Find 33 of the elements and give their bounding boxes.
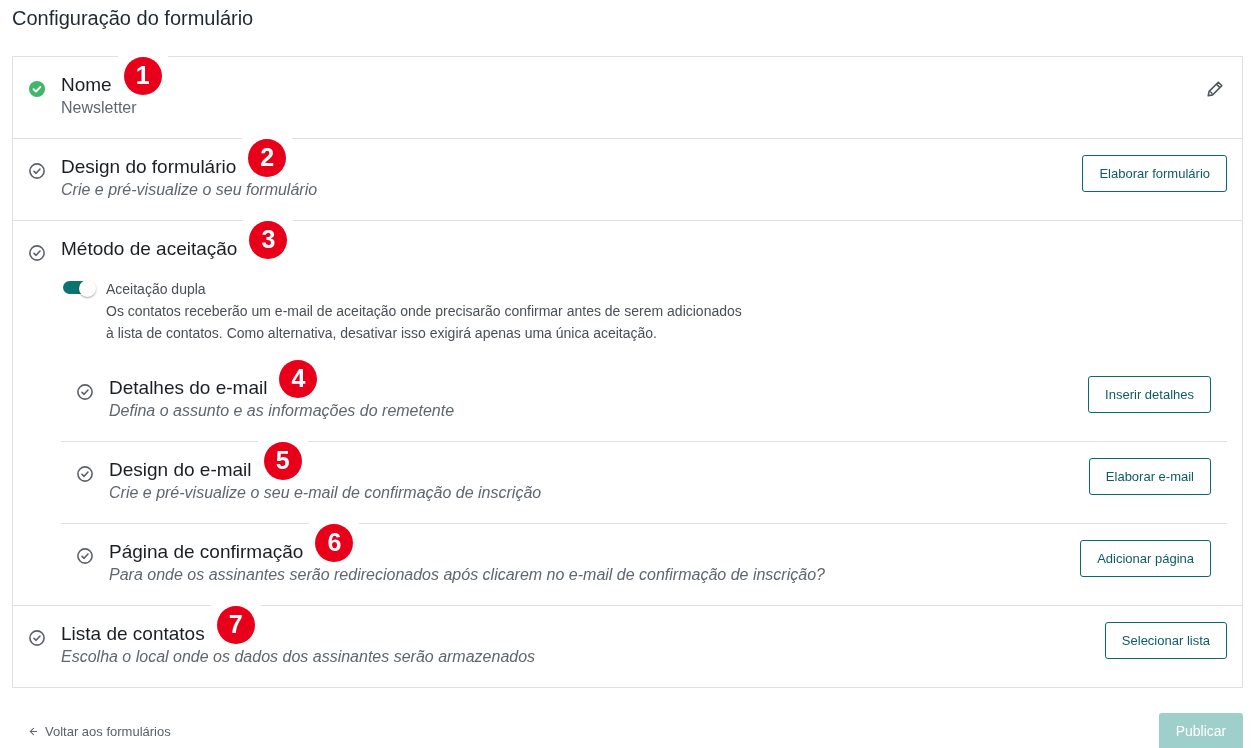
step-title: Nome	[61, 74, 112, 95]
step-description: Crie e pré-visualize o seu e-mail de confirmação de inscrição	[109, 483, 542, 503]
action-button[interactable]: Selecionar lista	[1104, 622, 1227, 659]
step-description: Para onde os assinantes serão redirecionados após clicarem no e-mail de confirmação de inscrição?	[109, 565, 825, 585]
number-badge: 4	[279, 359, 318, 398]
number-badge: 3	[249, 220, 288, 259]
action-button[interactable]: Elaborar e-mail	[1088, 458, 1211, 495]
pencil-icon	[1207, 81, 1223, 97]
page-title: Configuração do formulário	[12, 6, 255, 31]
toggle-switch[interactable]	[63, 280, 96, 296]
action-button[interactable]: Adicionar página	[1080, 540, 1211, 577]
step-title: Método de aceitação	[61, 238, 238, 259]
step-title: Página de confirmação	[109, 541, 304, 562]
toggle-description: Os contatos receberão um e-mail de aceitação onde precisarão confirmar antes de serem adicionados à lista de contatos. Como alternativa, desativar isso exigirá apenas uma única aceitação.	[106, 302, 743, 343]
number-badge: 1	[123, 56, 162, 95]
action-button[interactable]: Inserir detalhes	[1088, 376, 1211, 413]
number-badge: 2	[248, 138, 287, 177]
field-value: Newsletter	[61, 98, 137, 118]
step-title: Detalhes do e-mail	[109, 377, 268, 398]
step-title: Lista de contatos	[61, 623, 205, 644]
edit-button[interactable]	[1205, 79, 1225, 99]
toggle-label: Aceitação dupla	[106, 280, 207, 299]
number-badge: 5	[263, 441, 302, 480]
step-description: Escolha o local onde os dados dos assinantes serão armazenados	[61, 647, 536, 667]
step-description: Crie e pré-visualize o seu formulário	[61, 180, 318, 200]
action-button[interactable]: Elaborar formulário	[1082, 155, 1227, 192]
arrow-left-icon	[28, 726, 39, 737]
number-badge: 6	[315, 523, 354, 562]
step-description: Defina o assunto e as informações do remetente	[109, 401, 455, 421]
number-badge: 7	[216, 605, 255, 644]
step-title: Design do e-mail	[109, 459, 252, 480]
step-title: Design do formulário	[61, 156, 237, 177]
back-link[interactable]: Voltar aos formulários	[28, 721, 171, 742]
